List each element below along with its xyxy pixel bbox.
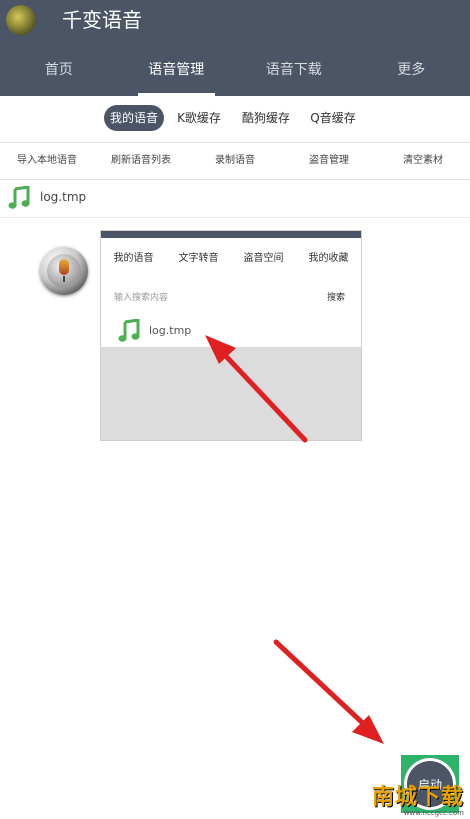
- annotation-arrows: [205, 335, 384, 744]
- watermark-text: 南城下载: [371, 785, 464, 810]
- arrow-to-inset-file: [205, 335, 308, 443]
- watermark-url: www.nccgcc.com: [403, 809, 464, 817]
- watermark: 南城下载 www.nccgcc.com: [344, 779, 464, 817]
- arrow-to-start-button: [273, 639, 384, 744]
